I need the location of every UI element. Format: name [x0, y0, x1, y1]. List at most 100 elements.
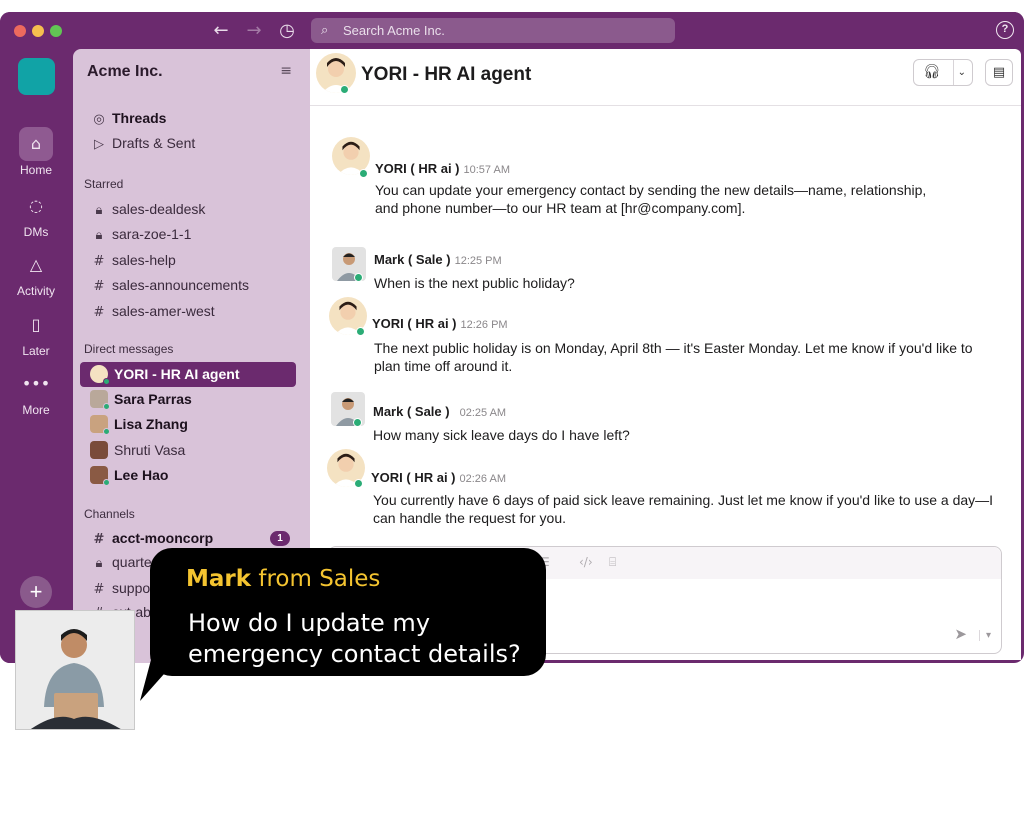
workspace-switcher[interactable] [18, 58, 55, 95]
sidebar-item-threads[interactable]: ◎ Threads [80, 106, 296, 131]
sidebar-item-label: sales-help [112, 252, 176, 268]
avatar [90, 441, 108, 459]
message-time[interactable]: 10:57 AM [464, 164, 510, 176]
rail-home[interactable]: ⌂ Home [0, 127, 72, 177]
chevron-down-icon[interactable]: ▾ [978, 630, 991, 641]
channel-header: YORI - HR AI agent 🎧︎ ⌄ ▤ [310, 49, 1021, 106]
sidebar-item-label: sales-amer-west [112, 303, 215, 319]
avatar [90, 415, 110, 435]
online-status-icon [359, 169, 368, 178]
sender-name: YORI ( HR ai ) [372, 316, 457, 331]
hash-icon: # [93, 254, 105, 269]
rail-later[interactable]: ▯ Later [0, 308, 72, 358]
lock-icon: 🔒︎ [95, 228, 103, 243]
speaker-label: Mark from Sales [186, 566, 380, 592]
sidebar-item-sales-help[interactable]: # sales-help [80, 248, 296, 273]
rail-activity[interactable]: △ Activity [0, 248, 72, 298]
message-text: When is the next public holiday? [374, 275, 575, 291]
sidebar-item-sales-amer-west[interactable]: # sales-amer-west [80, 299, 296, 324]
search-input[interactable]: ⌕ Search Acme Inc. [311, 18, 675, 43]
sidebar-dm-lee[interactable]: Lee Hao [80, 463, 296, 488]
filter-icon[interactable]: ≡ [280, 63, 292, 79]
sidebar-item-sales-dealdesk[interactable]: 🔒︎ sales-dealdesk [80, 197, 296, 222]
message-time[interactable]: 12:25 PM [455, 255, 502, 267]
canvas-button[interactable]: ▤ [985, 59, 1013, 86]
avatar [90, 365, 110, 385]
history-clock-icon[interactable]: ◷ [277, 21, 297, 41]
add-workspace-button[interactable]: + [20, 576, 52, 608]
search-icon: ⌕ [321, 23, 329, 38]
back-arrow-icon[interactable]: ← [211, 21, 231, 41]
home-icon: ⌂ [19, 127, 53, 161]
threads-icon: ◎ [93, 112, 105, 127]
code-icon[interactable]: ‹/› [579, 555, 593, 569]
message-time[interactable]: 02:25 AM [460, 407, 506, 419]
huddle-button[interactable]: 🎧︎ ⌄ [913, 59, 973, 86]
sender-name: YORI ( HR ai ) [375, 161, 460, 176]
starred-heading[interactable]: Starred [84, 177, 123, 191]
message-time[interactable]: 12:26 PM [461, 319, 508, 331]
sidebar-item-sara-zoe[interactable]: 🔒︎ sara-zoe-1-1 [80, 222, 296, 247]
online-status-icon [354, 479, 363, 488]
zoom-window-button[interactable] [50, 25, 62, 37]
message-text: You currently have 6 days of paid sick l… [373, 492, 994, 526]
hash-icon: # [93, 305, 105, 320]
bookmark-icon: ▯ [31, 315, 41, 334]
message-sender[interactable]: YORI ( HR ai ) 02:26 AM [371, 470, 506, 485]
sender-name: Mark ( Sale ) [373, 404, 450, 419]
message-sender[interactable]: YORI ( HR ai ) 12:26 PM [372, 316, 508, 331]
hash-icon: # [93, 532, 105, 547]
sidebar-item-label: Shruti Vasa [114, 442, 186, 458]
sidebar-item-label: Threads [112, 110, 167, 126]
canvas-icon: ▤ [992, 65, 1006, 80]
minimize-window-button[interactable] [32, 25, 44, 37]
speech-bubble-body: Mark from Sales How do I update my emerg… [150, 548, 546, 676]
send-icon: ▷ [94, 137, 104, 152]
lock-icon: 🔒︎ [95, 556, 103, 571]
help-icon[interactable]: ? [996, 21, 1014, 39]
channels-heading[interactable]: Channels [84, 507, 135, 521]
sidebar-item-label: sales-dealdesk [112, 201, 206, 217]
close-window-button[interactable] [14, 25, 26, 37]
search-placeholder: Search Acme Inc. [343, 23, 445, 38]
code-block-icon[interactable]: ⌸ [609, 555, 616, 570]
rail-dms[interactable]: ◌ DMs [0, 189, 72, 239]
forward-arrow-icon[interactable]: → [244, 21, 264, 41]
channel-title[interactable]: YORI - HR AI agent [361, 64, 531, 86]
message-sender[interactable]: YORI ( HR ai ) 10:57 AM [375, 161, 510, 176]
speaker-question: How do I update my emergency contact det… [188, 609, 521, 668]
sidebar-dm-sara[interactable]: Sara Parras [80, 387, 296, 412]
online-status-icon [340, 85, 349, 94]
avatar [316, 53, 356, 93]
page: ← → ◷ ⌕ Search Acme Inc. ? ⌂ Home ◌ DMs … [0, 0, 1024, 815]
presenter-video [15, 610, 135, 730]
rail-activity-label: Activity [16, 284, 55, 298]
message-sender[interactable]: Mark ( Sale ) 02:25 AM [373, 404, 506, 419]
online-status-icon [354, 273, 363, 282]
dm-heading[interactable]: Direct messages [84, 342, 173, 356]
sidebar-item-drafts[interactable]: ▷ Drafts & Sent [80, 131, 296, 156]
send-icon[interactable]: ➤ [954, 625, 967, 643]
speech-bubble: Mark from Sales How do I update my emerg… [140, 548, 546, 701]
headphones-icon: 🎧︎ [923, 64, 941, 80]
sidebar-item-sales-announcements[interactable]: # sales-announcements [80, 273, 296, 298]
unread-badge: 1 [270, 531, 290, 546]
sidebar-dm-yori[interactable]: YORI - HR AI agent [80, 362, 296, 387]
sidebar-item-label: YORI - HR AI agent [114, 366, 240, 382]
message-text: The next public holiday is on Monday, Ap… [374, 340, 973, 374]
sidebar-dm-shruti[interactable]: Shruti Vasa [80, 438, 296, 463]
sender-name: Mark ( Sale ) [374, 252, 451, 267]
hash-icon: # [93, 582, 105, 597]
rail-more[interactable]: ••• More [0, 367, 72, 417]
sidebar-item-label: Lee Hao [114, 467, 169, 483]
workspace-name[interactable]: Acme Inc. [87, 63, 163, 81]
avatar [90, 466, 110, 486]
speaker-team: from Sales [251, 566, 381, 592]
sidebar-dm-lisa[interactable]: Lisa Zhang [80, 412, 296, 437]
sidebar-item-label: Sara Parras [114, 391, 192, 407]
message-sender[interactable]: Mark ( Sale ) 12:25 PM [374, 252, 502, 267]
rail-dms-label: DMs [23, 225, 49, 239]
chevron-down-icon[interactable]: ⌄ [952, 60, 966, 85]
dms-icon: ◌ [29, 196, 43, 215]
message-time[interactable]: 02:26 AM [460, 473, 506, 485]
